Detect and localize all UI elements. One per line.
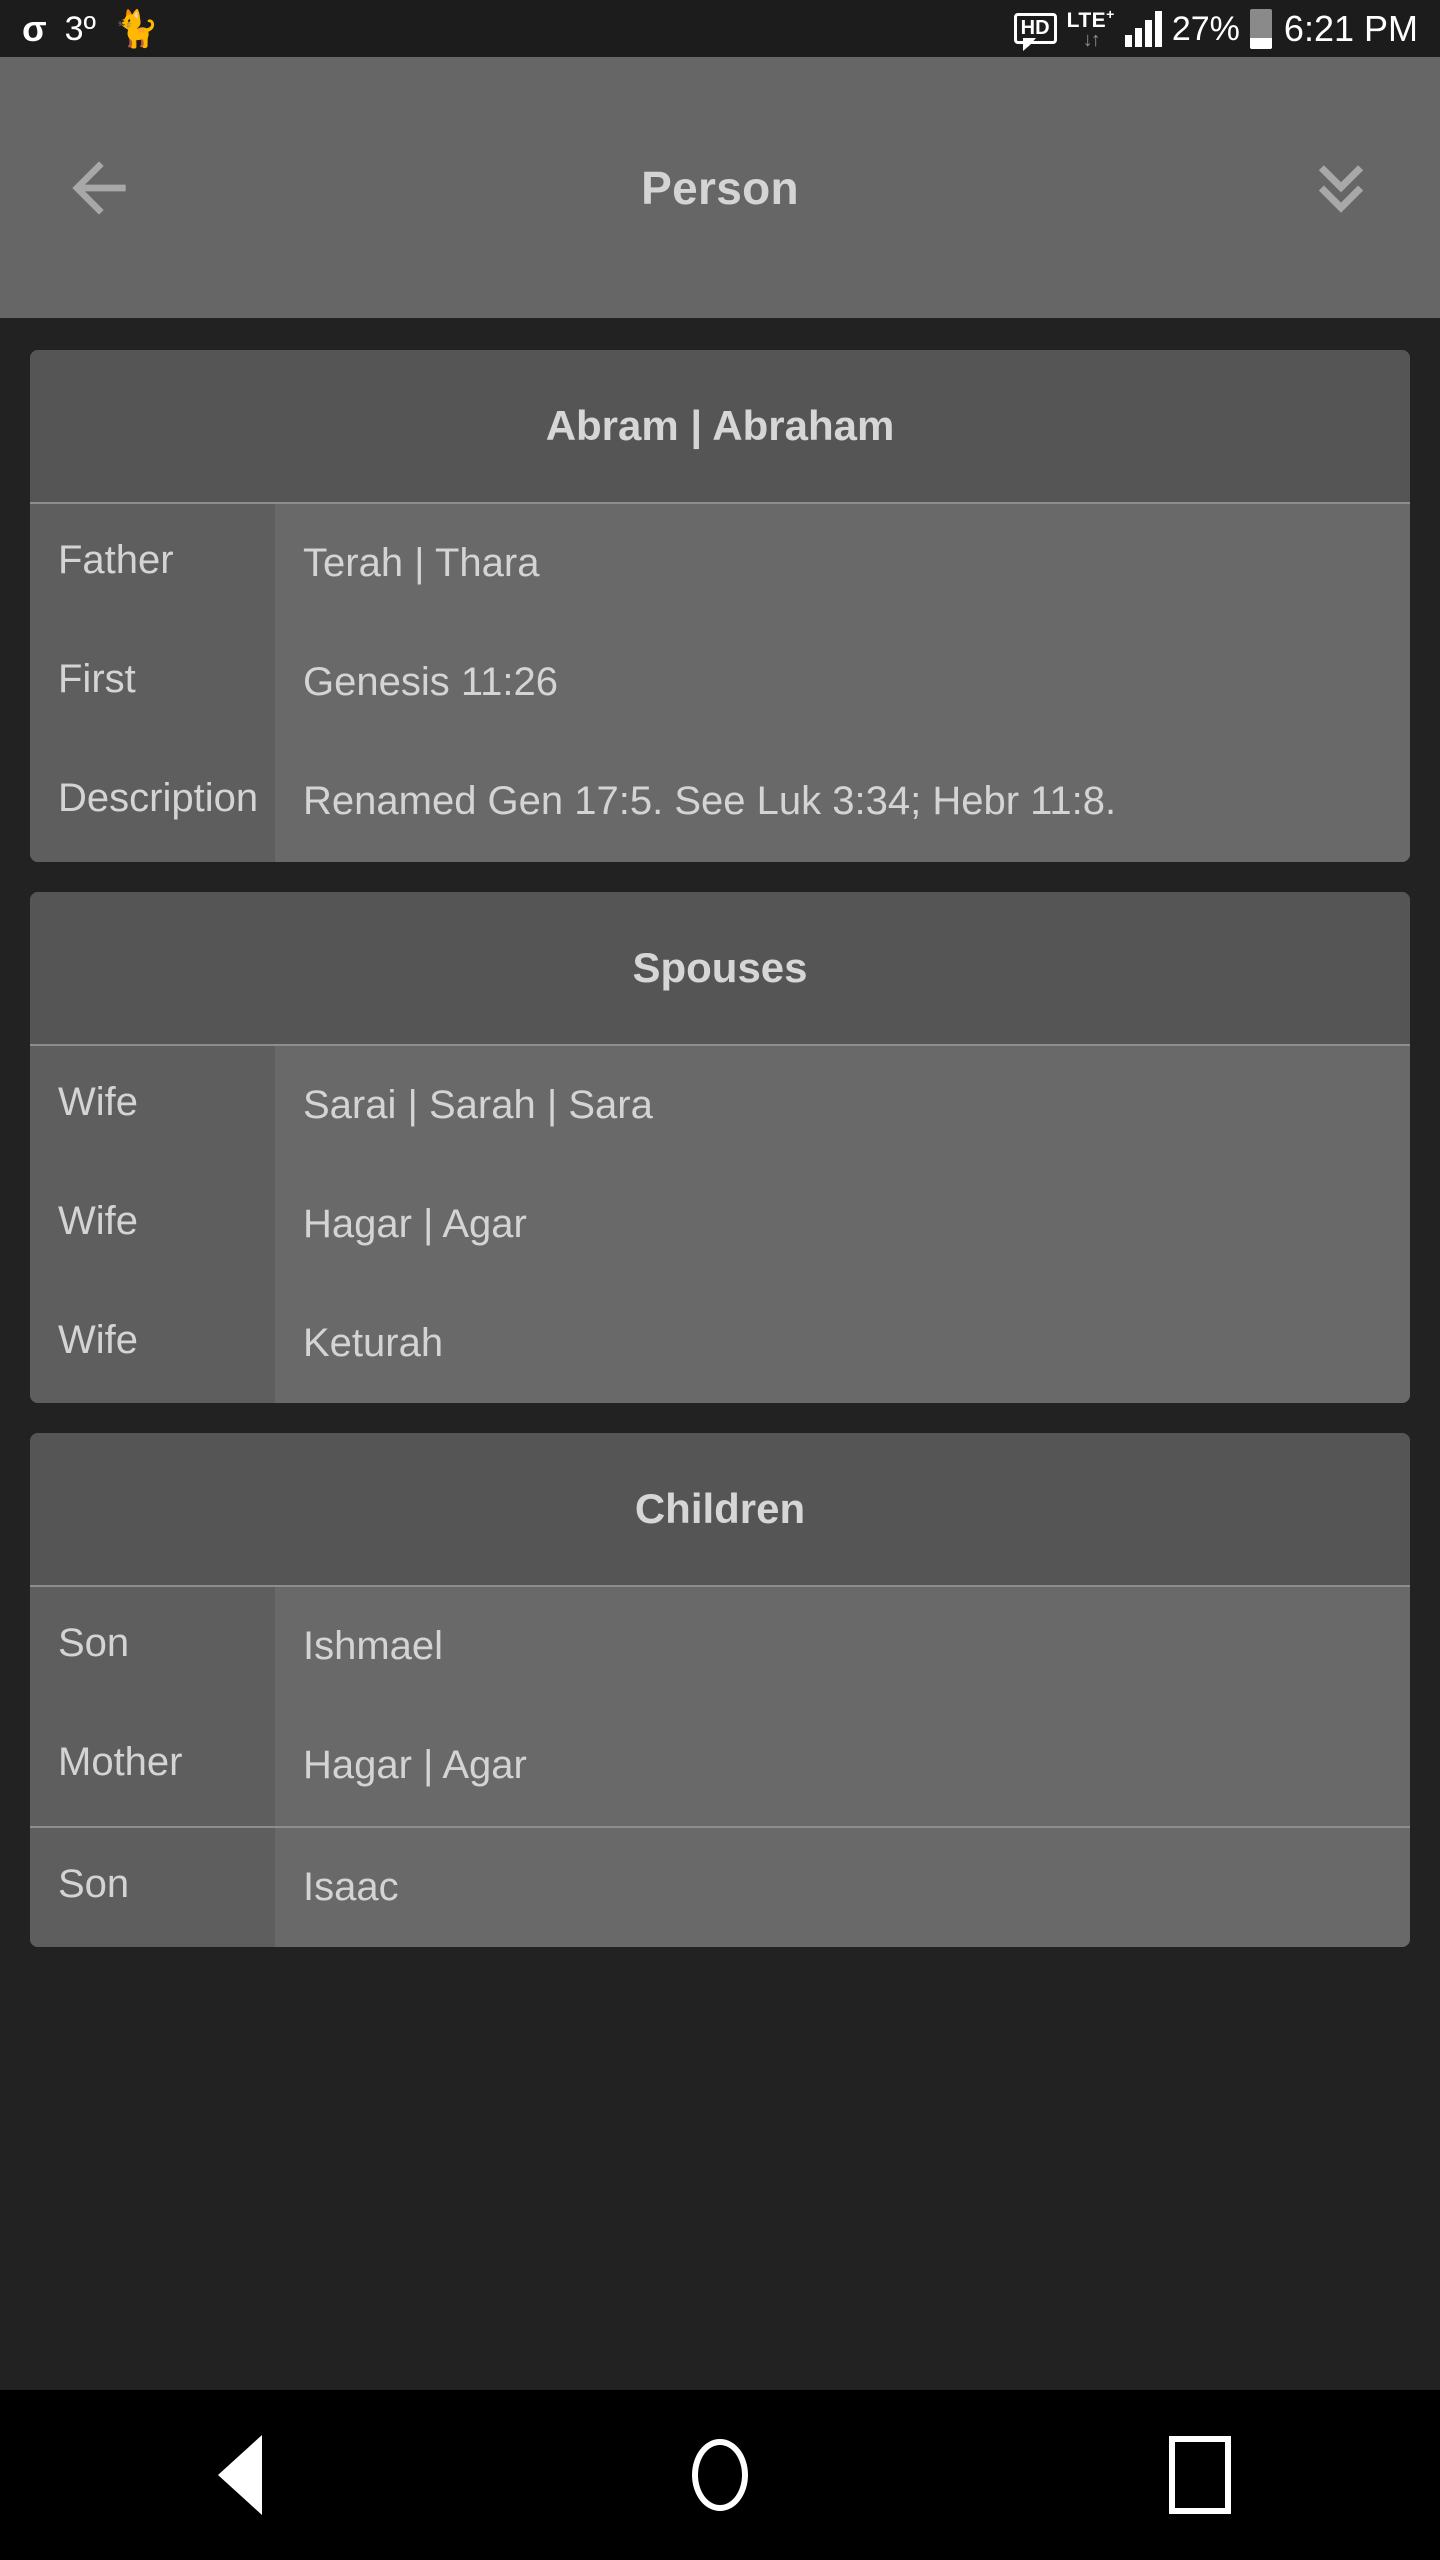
clock-label: 6:21 PM <box>1283 7 1418 49</box>
card-body: Wife Sarai | Sarah | Sara Wife Hagar | Agar… <box>30 1045 1410 1404</box>
back-arrow-icon[interactable] <box>44 133 154 243</box>
card-body: Father Terah | Thara First Genesis 11:26 Des… <box>30 504 1410 862</box>
detail-row[interactable]: Father Terah | Thara <box>30 504 1410 624</box>
cards-container: Abram | Abraham Father Terah | Thara First G… <box>0 350 1440 1947</box>
detail-row-label: Wife <box>30 1283 275 1404</box>
detail-row-value: Sarai | Sarah | Sara <box>275 1045 1410 1165</box>
app-bar: Person <box>0 57 1440 318</box>
detail-row-value: Ishmael <box>275 1587 1410 1707</box>
back-triangle-icon <box>218 2435 262 2515</box>
detail-row-value: Terah | Thara <box>275 504 1410 624</box>
detail-row-label: Father <box>30 504 275 624</box>
detail-row[interactable]: Wife Hagar | Agar <box>30 1164 1410 1284</box>
detail-row[interactable]: Son Isaac <box>30 1825 1410 1947</box>
info-card: Children Son Ishmael Mother Hagar | Agar Son I… <box>30 1433 1410 1947</box>
double-chevron-down-icon[interactable] <box>1286 133 1396 243</box>
detail-row-value: Genesis 11:26 <box>275 623 1410 743</box>
detail-row-label: Wife <box>30 1045 275 1165</box>
status-bar: σ 3º 🐈 HD LTE+ ↓↑ 27% 6:21 PM <box>0 0 1440 57</box>
card-body: Son Ishmael Mother Hagar | Agar Son Isaac <box>30 1587 1410 1947</box>
network-label: LTE+ <box>1066 6 1115 32</box>
detail-row-value: Hagar | Agar <box>275 1164 1410 1284</box>
cat-icon: 🐈 <box>113 7 159 49</box>
page-title: Person <box>641 161 799 214</box>
detail-row[interactable]: Mother Hagar | Agar <box>30 1706 1410 1826</box>
info-card: Spouses Wife Sarai | Sarah | Sara Wife Hagar… <box>30 891 1410 1404</box>
status-bar-left: σ 3º 🐈 <box>22 7 159 49</box>
detail-row[interactable]: Description Renamed Gen 17:5. See Luk 3:3… <box>30 742 1410 862</box>
info-card: Abram | Abraham Father Terah | Thara First G… <box>30 350 1410 862</box>
card-header: Spouses <box>30 891 1410 1046</box>
detail-row[interactable]: First Genesis 11:26 <box>30 623 1410 743</box>
detail-row-value: Keturah <box>275 1283 1410 1404</box>
detail-row-value: Hagar | Agar <box>275 1706 1410 1826</box>
detail-row[interactable]: Wife Sarai | Sarah | Sara <box>30 1045 1410 1165</box>
card-header: Children <box>30 1433 1410 1588</box>
recents-square-icon <box>1169 2436 1231 2514</box>
person-detail-scroll[interactable]: Abram | Abraham Father Terah | Thara First G… <box>0 318 1440 2390</box>
card-header: Abram | Abraham <box>30 350 1410 504</box>
network-type-icon: LTE+ ↓↑ <box>1067 7 1115 50</box>
detail-row[interactable]: Son Ishmael <box>30 1587 1410 1707</box>
detail-row[interactable]: Wife Keturah <box>30 1283 1410 1404</box>
detail-row-value: Isaac <box>275 1827 1410 1947</box>
detail-row-label: Description <box>30 742 275 862</box>
hd-label: HD <box>1013 13 1057 44</box>
card-title: Abram | Abraham <box>545 402 895 449</box>
detail-row-label: Wife <box>30 1164 275 1284</box>
battery-percent-label: 27% <box>1171 9 1240 48</box>
status-bar-right: HD LTE+ ↓↑ 27% 6:21 PM <box>1013 7 1418 50</box>
nav-back-button[interactable] <box>140 2390 340 2560</box>
detail-row-label: Mother <box>30 1706 275 1826</box>
app-notification-icon: σ <box>22 7 47 49</box>
nav-home-button[interactable] <box>620 2390 820 2560</box>
card-title: Spouses <box>632 943 808 991</box>
phone-screen: σ 3º 🐈 HD LTE+ ↓↑ 27% 6:21 PM Person Abr… <box>0 0 1440 2560</box>
data-transfer-arrows-icon: ↓↑ <box>1082 29 1101 51</box>
detail-row-label: First <box>30 623 275 743</box>
home-circle-icon <box>692 2439 748 2511</box>
detail-row-label: Son <box>30 1827 275 1947</box>
detail-row-label: Son <box>30 1587 275 1707</box>
detail-row-value: Renamed Gen 17:5. See Luk 3:34; Hebr 11:… <box>275 742 1410 862</box>
nav-recents-button[interactable] <box>1100 2390 1300 2560</box>
card-title: Children <box>634 1485 806 1533</box>
signal-strength-icon <box>1124 10 1162 47</box>
weather-temperature: 3º <box>64 9 96 48</box>
battery-icon <box>1249 8 1272 49</box>
hd-voice-icon: HD <box>1013 13 1057 44</box>
android-navigation-bar <box>0 2390 1440 2560</box>
